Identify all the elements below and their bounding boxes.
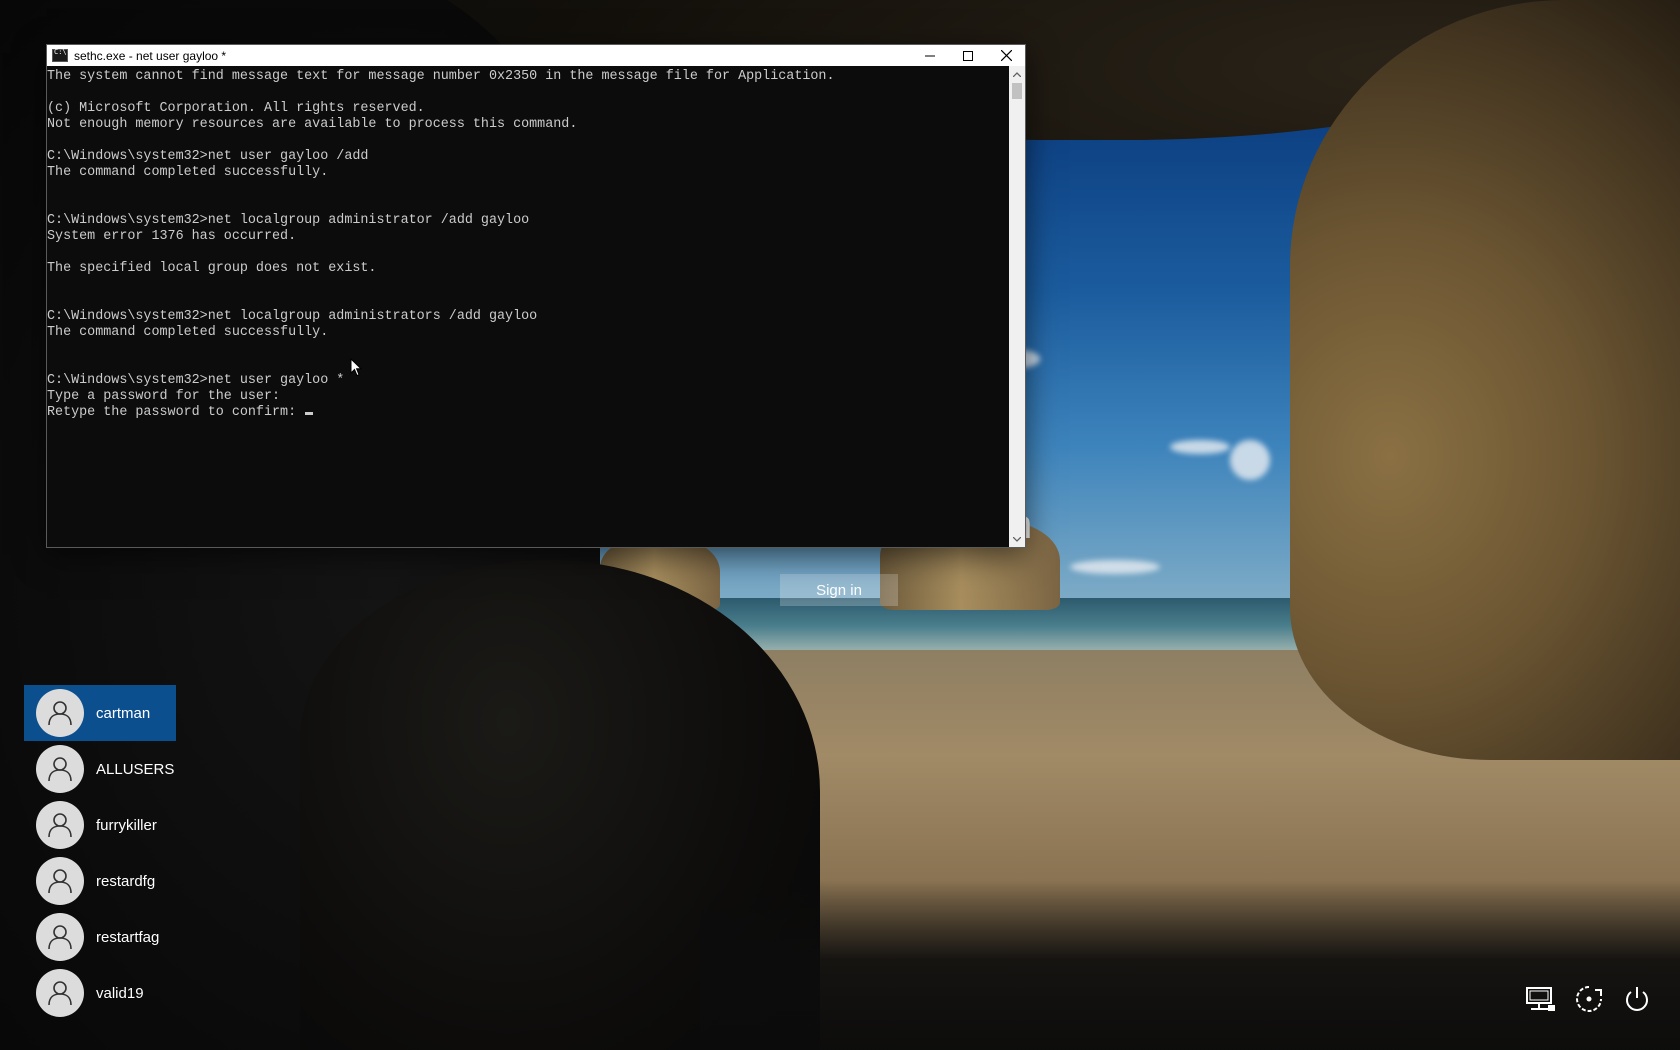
user-name: valid19 xyxy=(96,984,144,1002)
sign-in-button[interactable]: Sign in xyxy=(780,574,898,606)
console-title: sethc.exe - net user gayloo * xyxy=(74,48,227,63)
console-line: Retype the password to confirm: xyxy=(47,405,1009,421)
user-name: furrykiller xyxy=(96,816,157,834)
user-tile-restardfg[interactable]: restardfg xyxy=(24,853,176,909)
user-icon xyxy=(48,869,72,894)
close-button[interactable] xyxy=(987,45,1025,66)
avatar xyxy=(36,969,84,1017)
avatar xyxy=(36,857,84,905)
cloud xyxy=(1070,560,1160,574)
console-line: Type a password for the user: xyxy=(47,389,281,404)
console-titlebar[interactable]: sethc.exe - net user gayloo * xyxy=(47,45,1025,66)
avatar xyxy=(36,745,84,793)
chevron-down-icon xyxy=(1013,536,1021,542)
cave-arch-rock xyxy=(1290,0,1680,760)
console-line: The specified local group does not exist… xyxy=(47,261,377,276)
console-window[interactable]: sethc.exe - net user gayloo * The system… xyxy=(47,45,1025,547)
user-icon xyxy=(48,813,72,838)
ease-of-access-icon[interactable] xyxy=(1574,984,1604,1014)
avatar xyxy=(36,689,84,737)
console-line: The command completed successfully. xyxy=(47,325,329,340)
console-scrollbar[interactable] xyxy=(1009,66,1025,547)
console-line: C:\Windows\system32>net user gayloo * xyxy=(47,373,345,388)
avatar xyxy=(36,913,84,961)
maximize-button[interactable] xyxy=(949,45,987,66)
cloud xyxy=(1230,440,1270,480)
user-icon xyxy=(48,701,72,726)
user-tile-allusers[interactable]: ALLUSERS xyxy=(24,741,176,797)
user-name: restartfag xyxy=(96,928,160,946)
close-icon xyxy=(1000,50,1012,61)
chevron-up-icon xyxy=(1013,71,1021,77)
user-tile-furrykiller[interactable]: furrykiller xyxy=(24,797,176,853)
maximize-icon xyxy=(963,50,973,61)
user-icon xyxy=(48,925,72,950)
console-app-icon xyxy=(52,48,68,62)
network-icon[interactable] xyxy=(1526,984,1556,1014)
console-output[interactable]: The system cannot find message text for … xyxy=(47,66,1009,547)
console-line: C:\Windows\system32>net localgroup admin… xyxy=(47,213,530,228)
scroll-up-button[interactable] xyxy=(1009,66,1025,82)
user-tile-restartfag[interactable]: restartfag xyxy=(24,909,176,965)
scroll-down-button[interactable] xyxy=(1009,531,1025,547)
console-line: (c) Microsoft Corporation. All rights re… xyxy=(47,101,425,116)
minimize-icon xyxy=(925,55,935,56)
console-line: The command completed successfully. xyxy=(47,165,329,180)
user-name: ALLUSERS xyxy=(96,760,175,778)
mouse-pointer-icon xyxy=(350,358,362,377)
user-icon xyxy=(48,757,72,782)
user-name: cartman xyxy=(96,704,151,722)
console-line: C:\Windows\system32>net user gayloo /add xyxy=(47,149,369,164)
console-line: The system cannot find message text for … xyxy=(47,69,835,84)
console-line: System error 1376 has occurred. xyxy=(47,229,297,244)
user-list: cartman ALLUSERS furrykiller restardfg resta… xyxy=(24,685,176,1021)
user-name: restardfg xyxy=(96,872,156,890)
text-cursor xyxy=(305,412,314,415)
console-line: C:\Windows\system32>net localgroup admin… xyxy=(47,309,538,324)
minimize-button[interactable] xyxy=(911,45,949,66)
console-line: Not enough memory resources are availabl… xyxy=(47,117,578,132)
user-tile-valid19[interactable]: valid19 xyxy=(24,965,176,1021)
avatar xyxy=(36,801,84,849)
user-icon xyxy=(48,981,72,1006)
power-icon[interactable] xyxy=(1622,984,1652,1014)
cave-floor-shadow xyxy=(700,880,1680,1050)
cloud xyxy=(1170,440,1230,454)
system-tray xyxy=(1526,984,1652,1014)
scroll-thumb[interactable] xyxy=(1012,83,1022,99)
user-tile-cartman[interactable]: cartman xyxy=(24,685,176,741)
